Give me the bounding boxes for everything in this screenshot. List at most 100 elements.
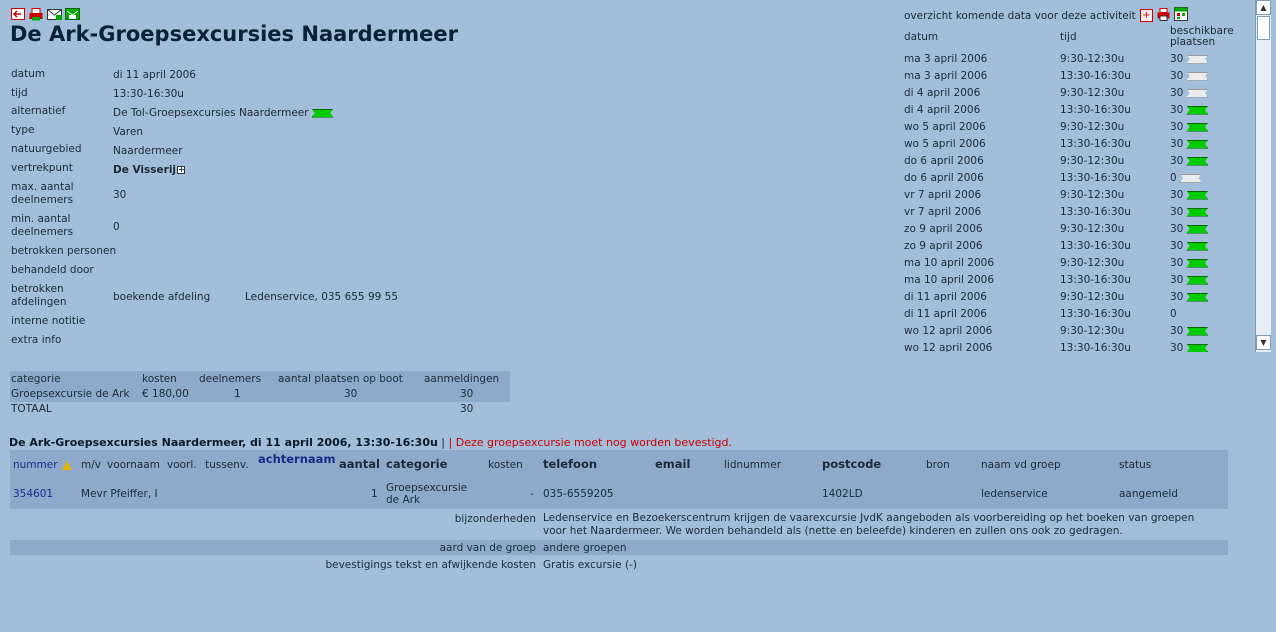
book-ticket-icon[interactable]	[1186, 224, 1209, 234]
book-ticket-icon[interactable]	[1186, 122, 1209, 132]
book-ticket-icon[interactable]	[1186, 241, 1209, 251]
upcoming-available: 30	[1170, 255, 1209, 272]
col-datum-header: datum	[904, 31, 939, 43]
book-ticket-icon[interactable]	[1186, 139, 1209, 149]
booking-number-link[interactable]: 354601	[13, 488, 53, 500]
alternatief-link[interactable]: De Tol-Groepsexcursies Naardermeer	[113, 107, 309, 119]
unavailable-ticket-icon	[1186, 71, 1209, 81]
tussenv-header[interactable]: tussenv.	[205, 459, 249, 471]
available-count: 30	[1170, 121, 1184, 133]
upcoming-date: ma 10 april 2006	[904, 257, 995, 269]
print-dates-icon[interactable]	[1157, 7, 1170, 24]
extra-info-label: extra info	[11, 334, 62, 346]
upcoming-time: 13:30-16:30u	[1060, 172, 1131, 184]
cat-cell-kosten: € 180,00	[142, 388, 189, 400]
mail-send-icon[interactable]	[64, 7, 80, 21]
book-ticket-icon[interactable]	[1186, 207, 1209, 217]
upcoming-time: 13:30-16:30u	[1060, 104, 1131, 116]
upcoming-available: 30	[1170, 119, 1209, 136]
booking-categorie-line1: Groepsexcursie	[386, 482, 468, 494]
booking-aantal: 1	[371, 488, 378, 500]
ticket-icon[interactable]	[311, 108, 334, 118]
back-icon[interactable]	[10, 7, 26, 21]
available-count: 30	[1170, 240, 1184, 252]
boekende-afdeling-value: Ledenservice, 035 655 99 55	[245, 291, 399, 303]
naam-groep-header[interactable]: naam vd groep	[981, 459, 1061, 471]
book-ticket-icon[interactable]	[1186, 156, 1209, 166]
upcoming-time: 13:30-16:30u	[1060, 240, 1131, 252]
upcoming-time: 9:30-12:30u	[1060, 257, 1125, 269]
scroll-down-button[interactable]: ▼	[1256, 335, 1271, 350]
booking-status: aangemeld	[1119, 488, 1178, 500]
mv-header[interactable]: m/v	[81, 459, 101, 471]
upcoming-time: 13:30-16:30u	[1060, 206, 1131, 218]
upcoming-available: 30	[1170, 51, 1209, 68]
print-icon[interactable]	[28, 7, 44, 21]
booking-separator: |	[437, 436, 449, 449]
booking-name: Mevr Pfeiffer, I	[81, 488, 158, 500]
min-deelnemers-label: min. aantal deelnemers	[11, 213, 73, 239]
email-header[interactable]: email	[655, 457, 690, 471]
interne-notitie-label: interne notitie	[11, 315, 86, 327]
max-label-line1: max. aantal	[11, 181, 74, 193]
upcoming-row: wo 12 april 2006 13:30-16:30u 30	[904, 340, 1254, 352]
alternatief-value[interactable]: De Tol-Groepsexcursies Naardermeer	[113, 107, 334, 120]
voornaam-header[interactable]: voornaam	[107, 459, 160, 471]
upcoming-row: do 6 april 2006 13:30-16:30u 0	[904, 170, 1254, 187]
book-ticket-icon[interactable]	[1186, 343, 1209, 352]
book-ticket-icon[interactable]	[1186, 105, 1209, 115]
expand-icon[interactable]: +	[177, 166, 186, 174]
telefoon-header[interactable]: telefoon	[543, 457, 597, 471]
sort-asc-icon[interactable]	[61, 460, 72, 470]
postcode-header[interactable]: postcode	[822, 457, 881, 471]
achternaam-header[interactable]: achternaam	[258, 452, 335, 466]
scroll-thumb[interactable]	[1257, 16, 1270, 40]
upcoming-date: wo 12 april 2006	[904, 325, 993, 337]
upcoming-time: 9:30-12:30u	[1060, 223, 1125, 235]
status-header[interactable]: status	[1119, 459, 1151, 471]
calendar-icon[interactable]	[1173, 7, 1188, 24]
available-count: 30	[1170, 325, 1184, 337]
scroll-up-button[interactable]: ▲	[1256, 0, 1271, 15]
add-date-icon[interactable]: +	[1139, 9, 1153, 22]
booking-naam-groep: ledenservice	[981, 488, 1048, 500]
aantal-header[interactable]: aantal	[339, 457, 380, 471]
booking-title: De Ark-Groepsexcursies Naardermeer, di 1…	[9, 436, 438, 449]
upcoming-available: 30	[1170, 340, 1209, 352]
scrollbar[interactable]: ▲ ▼	[1255, 0, 1271, 352]
upcoming-date: do 6 april 2006	[904, 172, 984, 184]
mail-icon[interactable]	[46, 7, 62, 21]
nummer-header-text[interactable]: nummer	[13, 459, 58, 471]
book-ticket-icon[interactable]	[1186, 292, 1209, 302]
book-ticket-icon[interactable]	[1186, 326, 1209, 336]
bron-header[interactable]: bron	[926, 459, 950, 471]
booking-warning: | Deze groepsexcursie moet nog worden be…	[448, 436, 733, 449]
upcoming-date: wo 5 april 2006	[904, 121, 986, 133]
total-value: 30	[460, 403, 474, 415]
vertrekpunt-link[interactable]: De Visserij	[113, 164, 176, 176]
aard-label: aard van de groep	[439, 542, 536, 554]
voorl-header[interactable]: voorl.	[167, 459, 197, 471]
booking-telefoon: 035-6559205	[543, 488, 614, 500]
bijzonderheden-value: Ledenservice en Bezoekerscentrum krijgen…	[543, 512, 1195, 537]
available-count: 30	[1170, 257, 1184, 269]
lidnummer-header[interactable]: lidnummer	[724, 459, 781, 471]
kosten-header[interactable]: kosten	[488, 459, 523, 471]
vertrekpunt-value[interactable]: De Visserij +	[113, 164, 186, 177]
upcoming-available: 30	[1170, 102, 1209, 119]
cat-header-categorie: categorie	[11, 373, 61, 385]
natuurgebied-label: natuurgebied	[11, 143, 82, 155]
book-ticket-icon[interactable]	[1186, 275, 1209, 285]
cat-cell-plaatsen: 30	[344, 388, 358, 400]
book-ticket-icon[interactable]	[1186, 258, 1209, 268]
cat-header-plaatsen: aantal plaatsen op boot	[278, 373, 403, 385]
upcoming-time: 13:30-16:30u	[1060, 342, 1131, 352]
categorie-header[interactable]: categorie	[386, 457, 447, 471]
upcoming-time: 9:30-12:30u	[1060, 189, 1125, 201]
upcoming-time: 13:30-16:30u	[1060, 274, 1131, 286]
upcoming-date: di 11 april 2006	[904, 291, 987, 303]
book-ticket-icon[interactable]	[1186, 190, 1209, 200]
min-label-line1: min. aantal	[11, 213, 71, 225]
upcoming-time: 9:30-12:30u	[1060, 155, 1125, 167]
sort-nummer-header[interactable]: nummer	[13, 459, 72, 471]
